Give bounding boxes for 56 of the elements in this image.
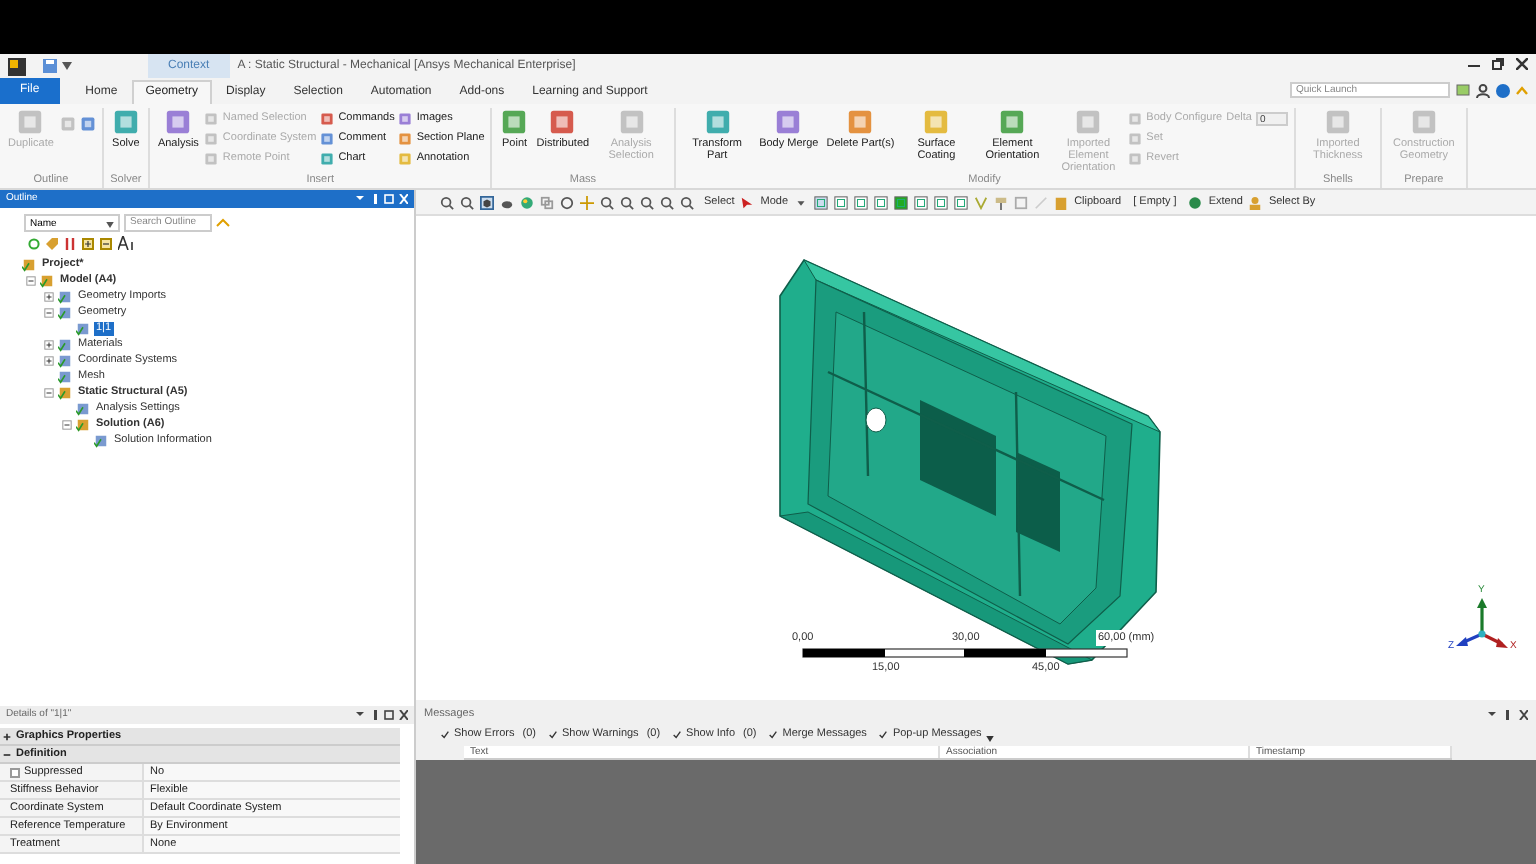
checkbox[interactable] (768, 730, 779, 740)
tree-node-icon (94, 433, 108, 447)
extend-icon[interactable] (1188, 195, 1203, 209)
save-icon[interactable] (42, 58, 58, 74)
zoom-icon[interactable] (680, 195, 694, 209)
tool-icon[interactable] (79, 116, 96, 132)
copy-icon[interactable] (540, 195, 554, 209)
restore-icon[interactable] (1492, 58, 1504, 70)
user-icon[interactable] (1476, 83, 1490, 97)
expand-icon[interactable] (2, 731, 12, 741)
checkbox[interactable] (10, 767, 20, 777)
zoom-icon[interactable] (600, 195, 614, 209)
collapse-icon[interactable] (2, 749, 12, 759)
checkbox[interactable] (878, 730, 889, 740)
panel-controls-icon[interactable] (356, 710, 408, 720)
shape-icon[interactable] (500, 195, 514, 209)
caret-icon (106, 221, 114, 227)
close-icon[interactable] (1516, 58, 1528, 70)
zoom-icon[interactable] (620, 195, 634, 209)
checkbox[interactable] (672, 730, 683, 740)
text-size-icon[interactable] (118, 236, 136, 250)
zoom-icon[interactable] (440, 195, 454, 209)
axis-triad-icon (1456, 598, 1508, 650)
rotate-icon[interactable] (560, 195, 574, 209)
caret-icon[interactable] (985, 735, 994, 741)
globe-icon[interactable] (520, 195, 534, 209)
flag-icon[interactable] (994, 195, 1009, 209)
tree-node-icon (22, 257, 36, 271)
chat-icon[interactable] (1456, 83, 1470, 97)
expand-icon[interactable] (44, 355, 54, 365)
expand-all-icon[interactable] (82, 237, 94, 249)
clipboard-icon[interactable] (1054, 195, 1069, 209)
expand-icon[interactable] (44, 339, 54, 349)
collapse-icon[interactable] (62, 419, 72, 429)
tree-node-icon (40, 273, 54, 287)
panel-controls-icon[interactable] (1488, 710, 1528, 720)
refresh-icon[interactable] (28, 237, 40, 249)
collapse-icon[interactable] (26, 275, 36, 285)
panel-controls-icon[interactable] (356, 194, 408, 204)
checkbox[interactable] (548, 730, 558, 740)
tree-node-icon (76, 321, 90, 335)
sort-icon[interactable] (64, 237, 76, 249)
cursor-icon[interactable] (740, 195, 755, 209)
caret-icon[interactable] (62, 62, 72, 70)
zoom-icon[interactable] (640, 195, 654, 209)
zoom-icon[interactable] (460, 195, 474, 209)
caret-icon[interactable] (794, 195, 809, 209)
collapse-all-icon[interactable] (100, 237, 112, 249)
zoom-icon[interactable] (660, 195, 674, 209)
expand-icon[interactable] (44, 291, 54, 301)
cube-icon[interactable] (480, 195, 494, 209)
collapse-icon[interactable] (44, 387, 54, 397)
app-logo-icon (8, 57, 26, 75)
help-icon[interactable] (1496, 83, 1510, 97)
checkbox[interactable] (440, 730, 450, 740)
collapse-icon[interactable] (44, 307, 54, 317)
